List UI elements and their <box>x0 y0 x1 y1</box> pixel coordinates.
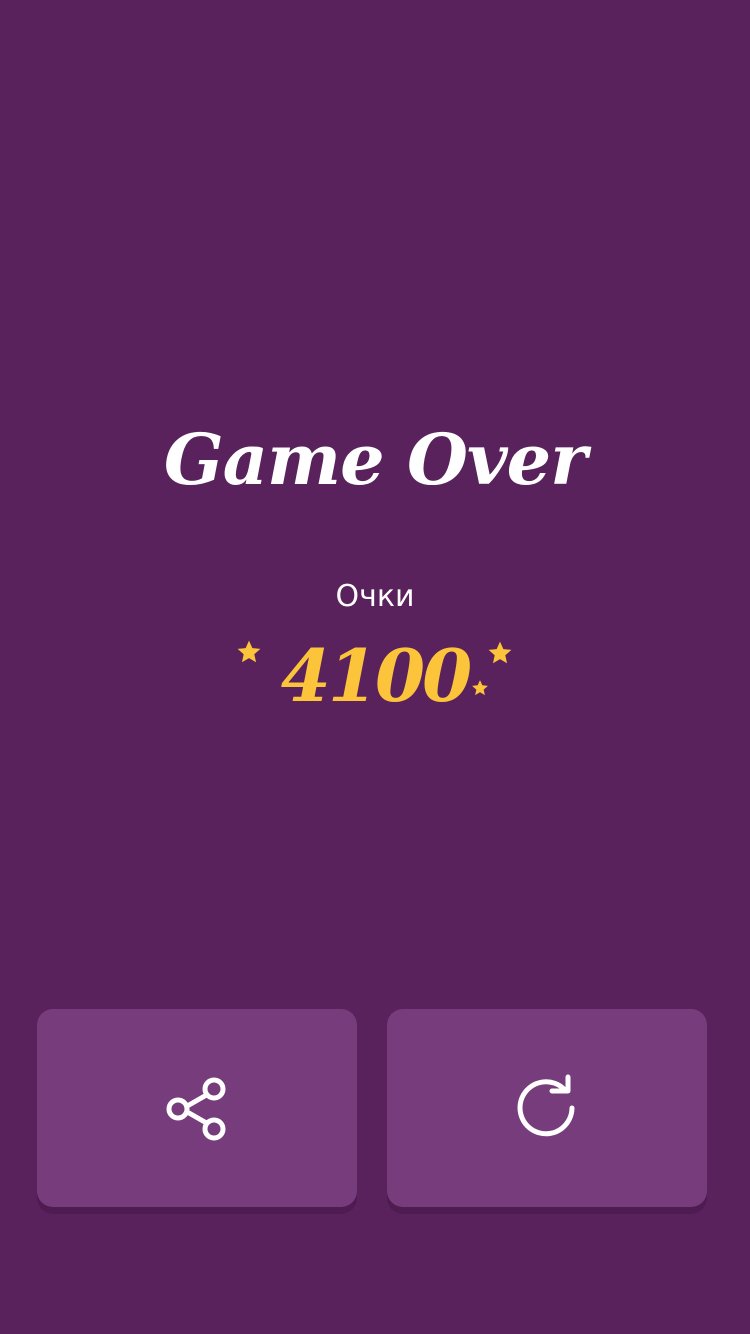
star-icon <box>488 641 512 664</box>
restart-icon <box>517 1074 575 1137</box>
star-icon <box>472 680 488 696</box>
star-icon <box>237 640 261 663</box>
score-value: 4100 <box>280 633 472 718</box>
game-over-title: Game Over <box>163 418 587 501</box>
restart-button[interactable] <box>387 1009 707 1207</box>
share-icon <box>166 1077 226 1141</box>
score-label: Очки <box>335 579 415 614</box>
share-button[interactable] <box>37 1009 357 1207</box>
